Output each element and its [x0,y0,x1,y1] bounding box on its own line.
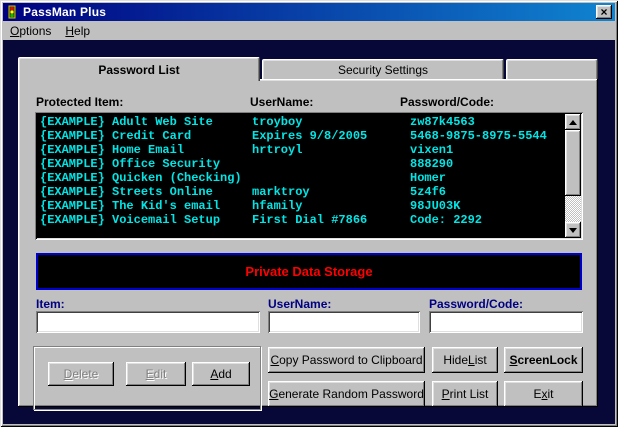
list-cell: {EXAMPLE} Adult Web Site [40,115,213,129]
list-cell: 888290 [410,157,453,171]
list-item[interactable]: {EXAMPLE} Office Security 888290 [38,157,563,171]
close-button[interactable]: × [596,5,612,19]
password-list-rows: {EXAMPLE} Adult Web Site troyboy zw87k4563… [38,115,563,237]
list-item[interactable]: {EXAMPLE} Home Email hrtroyl vixen1 [38,143,563,157]
screenlock-button[interactable]: ScreenLock [504,347,583,373]
menu-options[interactable]: Options [3,22,58,40]
list-cell: troyboy [252,115,302,129]
item-input[interactable] [36,311,260,333]
list-item[interactable]: {EXAMPLE} Adult Web Site troyboy zw87k4563 [38,115,563,129]
scroll-up-button[interactable] [565,114,581,130]
scrollbar-thumb[interactable] [565,130,581,196]
print-list-button[interactable]: Print List [432,381,498,407]
menu-help[interactable]: Help [58,22,97,40]
password-listbox[interactable]: {EXAMPLE} Adult Web Site troyboy zw87k4563… [35,112,583,240]
tab-security-settings[interactable]: Security Settings [262,59,504,79]
list-cell: zw87k4563 [410,115,475,129]
username-label: UserName: [268,297,331,311]
list-cell: marktroy [252,185,310,199]
header-protected-item: Protected Item: [36,95,123,109]
list-cell: First Dial #7866 [252,213,367,227]
list-cell: {EXAMPLE} Home Email [40,143,184,157]
list-cell: 5468-9875-8975-5544 [410,129,547,143]
tab-password-list[interactable]: Password List [18,57,260,81]
list-cell: {EXAMPLE} Office Security [40,157,220,171]
list-scrollbar[interactable] [565,114,581,238]
list-cell: 98JU03K [410,199,460,213]
private-data-storage-banner: Private Data Storage [36,253,582,290]
add-button[interactable]: Add [192,362,250,386]
list-cell: Code: 2292 [410,213,482,227]
list-item[interactable]: {EXAMPLE} Streets Online marktroy 5z4f6 [38,185,563,199]
list-item[interactable]: {EXAMPLE} Voicemail Setup First Dial #786… [38,213,563,227]
delete-button[interactable]: Delete [48,362,114,386]
menubar: Options Help [3,21,615,40]
header-password-code: Password/Code: [400,95,494,109]
edit-button[interactable]: Edit [126,362,186,386]
item-label: Item: [36,297,65,311]
exit-button[interactable]: Exit [504,381,583,407]
list-cell: 5z4f6 [410,185,446,199]
password-input[interactable] [429,311,583,333]
tab-row-filler [506,59,598,79]
list-item[interactable]: {EXAMPLE} The Kid's email hfamily 98JU03K [38,199,563,213]
username-input[interactable] [268,311,420,333]
list-cell: hrtroyl [252,143,302,157]
arrow-up-icon [569,120,577,125]
header-username: UserName: [250,95,313,109]
app-window: PassMan Plus × Options Help Password Lis… [0,0,618,427]
list-item[interactable]: {EXAMPLE} Credit Card Expires 9/8/2005 546… [38,129,563,143]
list-cell: {EXAMPLE} Voicemail Setup [40,213,220,227]
list-cell: {EXAMPLE} Streets Online [40,185,213,199]
scroll-down-button[interactable] [565,222,581,238]
list-cell: Expires 9/8/2005 [252,129,367,143]
arrow-down-icon [569,228,577,233]
titlebar: PassMan Plus × [3,3,615,21]
list-cell: Homer [410,171,446,185]
list-cell: hfamily [252,199,302,213]
list-cell: {EXAMPLE} Credit Card [40,129,191,143]
hide-list-button[interactable]: Hide List [432,347,498,373]
window-title: PassMan Plus [23,5,106,19]
generate-password-button[interactable]: Generate Random Password [268,381,425,407]
list-cell: {EXAMPLE} The Kid's email [40,199,220,213]
list-cell: {EXAMPLE} Quicken (Checking) [40,171,242,185]
copy-password-button[interactable]: Copy Password to Clipboard [268,347,425,373]
password-label: Password/Code: [429,297,523,311]
traffic-light-icon [5,5,19,19]
list-item[interactable]: {EXAMPLE} Quicken (Checking) Homer [38,171,563,185]
list-cell: vixen1 [410,143,453,157]
